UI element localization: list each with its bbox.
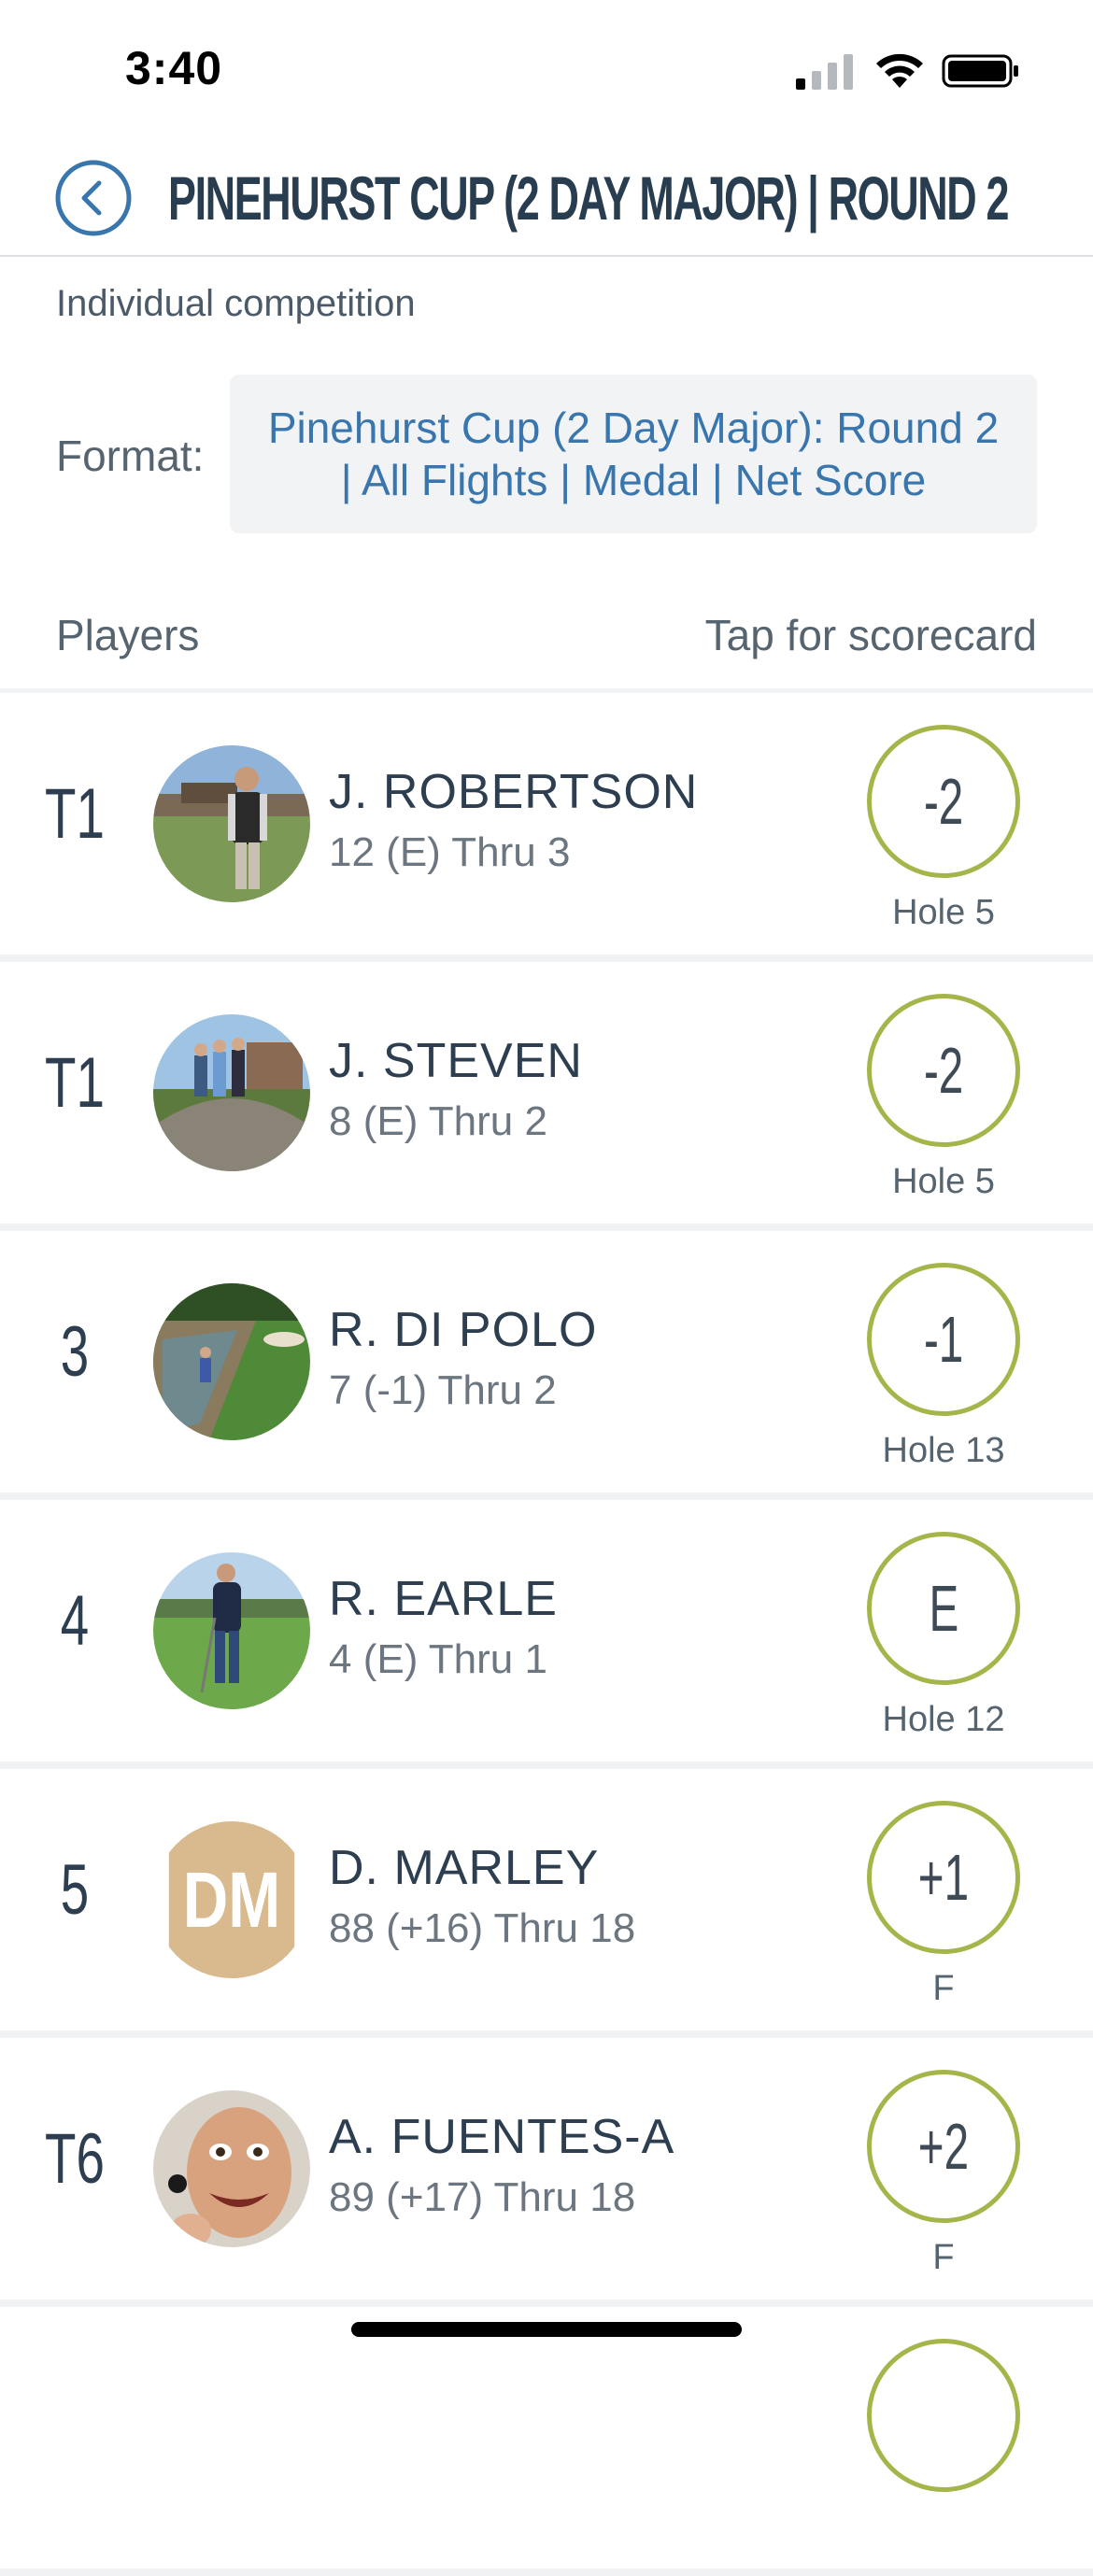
- player-name: R. EARLE: [329, 1572, 558, 1626]
- player-row[interactable]: 3 R. DI POLO 7 (-1) Thru 2 -1 Hole 13: [0, 1231, 1093, 1493]
- score-badge[interactable]: -2: [867, 725, 1020, 878]
- player-score-detail: 4 (E) Thru 1: [329, 1636, 547, 1682]
- score-value: -1: [923, 1303, 964, 1376]
- page-title: PINEHURST CUP (2 DAY MAJOR) | ROUND 2: [168, 163, 1009, 233]
- competition-type: Individual competition: [56, 283, 416, 324]
- player-rank: 3: [60, 1312, 90, 1392]
- current-hole: F: [932, 2238, 955, 2277]
- wifi-icon: [876, 53, 923, 88]
- player-score-detail: 7 (-1) Thru 2: [329, 1367, 557, 1413]
- avatar-initials: DM: [168, 1821, 295, 1978]
- header: PINEHURST CUP (2 DAY MAJOR) | ROUND 2: [0, 131, 1093, 257]
- player-name: J. STEVEN: [329, 1034, 583, 1088]
- player-avatar: [153, 2090, 310, 2247]
- score-badge[interactable]: [867, 2339, 1020, 2492]
- score-badge[interactable]: -1: [867, 1263, 1020, 1416]
- current-hole: Hole 5: [892, 893, 995, 932]
- score-value: +2: [917, 2110, 970, 2183]
- player-avatar: [153, 745, 310, 902]
- score-badge[interactable]: -2: [867, 994, 1020, 1147]
- player-avatar: DM: [153, 1821, 310, 1978]
- home-indicator[interactable]: [351, 2322, 742, 2337]
- score-value: -2: [923, 1034, 964, 1107]
- player-row[interactable]: 5 DM D. MARLEY 88 (+16) Thru 18 +1 F: [0, 1769, 1093, 2031]
- player-avatar: [153, 1283, 310, 1440]
- current-hole: F: [932, 1969, 955, 2008]
- player-row-partial[interactable]: [0, 2307, 1093, 2569]
- format-value-link[interactable]: Pinehurst Cup (2 Day Major): Round 2 | A…: [230, 402, 1037, 506]
- status-bar: 3:40: [0, 0, 1093, 131]
- player-score-detail: 89 (+17) Thru 18: [329, 2174, 636, 2220]
- format-box[interactable]: Pinehurst Cup (2 Day Major): Round 2 | A…: [230, 375, 1037, 533]
- score-value: +1: [917, 1841, 970, 1914]
- player-row[interactable]: T6 A. FUENTES-A 89 (+17) Thru 18 +2 F: [0, 2038, 1093, 2300]
- player-avatar: [153, 1014, 310, 1171]
- format-label: Format:: [56, 432, 205, 480]
- players-header: Players: [56, 611, 200, 659]
- competition-info: Individual competition Format: Pinehurst…: [0, 257, 1093, 688]
- score-badge[interactable]: E: [867, 1532, 1020, 1685]
- player-rank: T1: [45, 1043, 105, 1123]
- players-list: T1 J. ROBERTSON 12 (E) Thru 3 -2 Hole 5 …: [0, 693, 1093, 2576]
- player-score-detail: 8 (E) Thru 2: [329, 1098, 547, 1144]
- current-hole: Hole 5: [892, 1162, 995, 1201]
- player-rank: 5: [60, 1850, 90, 1930]
- player-rank: T6: [45, 2119, 105, 2199]
- status-time: 3:40: [125, 42, 223, 94]
- back-button[interactable]: [54, 159, 133, 237]
- score-value: E: [929, 1572, 958, 1645]
- score-value: -2: [923, 765, 964, 838]
- player-score-detail: 12 (E) Thru 3: [329, 829, 571, 875]
- player-row[interactable]: T1 J. STEVEN 8 (E) Thru 2 -2 Hole 5: [0, 962, 1093, 1224]
- player-rank: T1: [45, 774, 105, 854]
- score-badge[interactable]: +2: [867, 2070, 1020, 2223]
- cellular-signal-icon: [796, 54, 853, 90]
- current-hole: Hole 12: [882, 1700, 1005, 1739]
- battery-icon: [942, 54, 1018, 88]
- player-rank: 4: [60, 1581, 90, 1661]
- current-hole: Hole 13: [882, 1431, 1005, 1470]
- player-name: J. ROBERTSON: [329, 765, 699, 819]
- player-name: D. MARLEY: [329, 1841, 600, 1895]
- player-row[interactable]: 4 R. EARLE 4 (E) Thru 1 E Hole 12: [0, 1500, 1093, 1762]
- score-badge[interactable]: +1: [867, 1801, 1020, 1954]
- player-avatar: [153, 1552, 310, 1709]
- player-row[interactable]: T1 J. ROBERTSON 12 (E) Thru 3 -2 Hole 5: [0, 693, 1093, 955]
- player-name: R. DI POLO: [329, 1303, 598, 1357]
- tap-for-scorecard-hint: Tap for scorecard: [704, 611, 1037, 659]
- player-score-detail: 88 (+16) Thru 18: [329, 1905, 636, 1951]
- player-name: A. FUENTES-A: [329, 2110, 675, 2164]
